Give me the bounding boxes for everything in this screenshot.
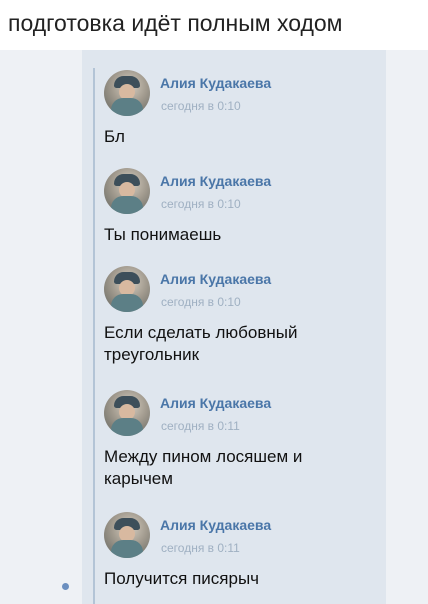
avatar[interactable] <box>104 70 150 116</box>
message-text: Бл <box>104 127 125 146</box>
unread-dot-icon <box>62 583 69 590</box>
message-item: Алия Кудакаева сегодня в 0:11 Получится … <box>104 512 394 590</box>
meme-caption: подготовка идёт полным ходом <box>0 0 428 50</box>
author-name[interactable]: Алия Кудакаева <box>160 271 271 287</box>
message-timestamp: сегодня в 0:10 <box>161 197 241 211</box>
author-name[interactable]: Алия Кудакаева <box>160 517 271 533</box>
message-timestamp: сегодня в 0:10 <box>161 295 241 309</box>
message-item: Алия Кудакаева сегодня в 0:10 Ты понимае… <box>104 168 394 246</box>
message-timestamp: сегодня в 0:11 <box>161 419 240 433</box>
message-text: Между пином лосяшем и карычем <box>104 447 303 488</box>
message-timestamp: сегодня в 0:10 <box>161 99 241 113</box>
avatar[interactable] <box>104 512 150 558</box>
author-name[interactable]: Алия Кудакаева <box>160 395 271 411</box>
message-text: Ты понимаешь <box>104 225 222 244</box>
chat-screen: Алия Кудакаева сегодня в 0:10 Бл Алия Ку… <box>0 50 428 604</box>
author-name[interactable]: Алия Кудакаева <box>160 75 271 91</box>
message-item: Алия Кудакаева сегодня в 0:11 Между пино… <box>104 390 394 490</box>
avatar[interactable] <box>104 390 150 436</box>
message-item: Алия Кудакаева сегодня в 0:10 Если сдела… <box>104 266 394 366</box>
message-text: Получится писярыч <box>104 569 260 588</box>
forwarded-quote-bar <box>93 68 95 604</box>
author-name[interactable]: Алия Кудакаева <box>160 173 271 189</box>
message-timestamp: сегодня в 0:11 <box>161 541 240 555</box>
avatar[interactable] <box>104 266 150 312</box>
avatar[interactable] <box>104 168 150 214</box>
message-text: Если сделать любовный треугольник <box>104 323 298 364</box>
message-item: Алия Кудакаева сегодня в 0:10 Бл <box>104 70 394 148</box>
